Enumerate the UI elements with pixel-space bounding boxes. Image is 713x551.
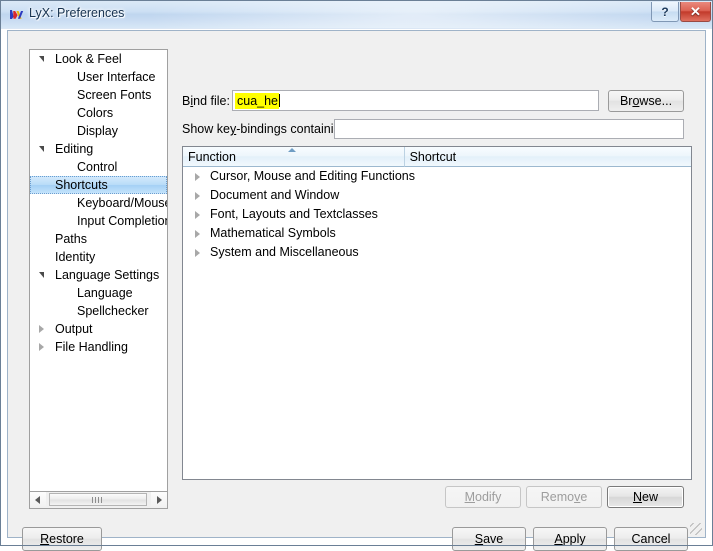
- save-button-label: Save: [474, 532, 504, 546]
- browse-button-label: Browse...: [619, 94, 673, 108]
- sort-ascending-icon: [288, 148, 296, 152]
- table-row[interactable]: Cursor, Mouse and Editing Functions: [183, 167, 691, 186]
- table-row[interactable]: Document and Window: [183, 186, 691, 205]
- remove-button-label: Remove: [540, 490, 588, 504]
- tree-collapsed-icon[interactable]: [195, 173, 200, 181]
- preferences-window: LyX: Preferences ? ✕ Look & Feel User Int…: [0, 0, 713, 551]
- sidebar-item-label: Editing: [55, 142, 94, 156]
- column-header-function-label: Function: [188, 150, 236, 164]
- tree-collapsed-icon[interactable]: [195, 230, 200, 238]
- sidebar-item-label: User Interface: [77, 70, 156, 84]
- resize-grip-icon[interactable]: [690, 523, 702, 535]
- close-icon: ✕: [690, 3, 701, 19]
- table-cell-function: Mathematical Symbols: [210, 226, 336, 240]
- tree-collapsed-icon[interactable]: [195, 192, 200, 200]
- sidebar-item-label: Colors: [77, 106, 114, 120]
- sidebar-item-language[interactable]: Language: [30, 284, 167, 302]
- apply-button-label: Apply: [554, 532, 586, 546]
- sidebar-item-label: Display: [77, 124, 118, 138]
- sidebar-item-label: File Handling: [55, 340, 128, 354]
- sidebar-item-spellchecker[interactable]: Spellchecker: [30, 302, 167, 320]
- table-body: Cursor, Mouse and Editing Functions Docum…: [183, 167, 691, 262]
- tree-horizontal-scrollbar[interactable]: [29, 492, 168, 509]
- window-title: LyX: Preferences: [29, 6, 125, 20]
- modify-button-label: Modify: [464, 490, 502, 504]
- sidebar-item-keyboard-mouse[interactable]: Keyboard/Mouse: [30, 194, 167, 212]
- filter-label: Show key-bindings containing:: [182, 122, 351, 136]
- table-cell-function: System and Miscellaneous: [210, 245, 359, 259]
- sidebar-item-label: Shortcuts: [55, 178, 108, 192]
- apply-button[interactable]: Apply: [533, 527, 607, 551]
- table-header: Function Shortcut: [183, 147, 691, 167]
- sidebar-item-identity[interactable]: Identity: [30, 248, 167, 266]
- sidebar-item-label: Language: [77, 286, 133, 300]
- table-cell-function: Cursor, Mouse and Editing Functions: [210, 169, 415, 183]
- column-header-shortcut-label: Shortcut: [409, 150, 457, 164]
- sidebar-item-label: Identity: [55, 250, 96, 264]
- sidebar-item-file-handling[interactable]: File Handling: [30, 338, 167, 356]
- new-button-label: New: [632, 490, 658, 504]
- tree-collapsed-icon[interactable]: [195, 249, 200, 257]
- sidebar-item-label: Output: [55, 322, 93, 336]
- table-row[interactable]: Mathematical Symbols: [183, 224, 691, 243]
- tree-collapsed-icon[interactable]: [195, 211, 200, 219]
- scrollbar-thumb[interactable]: [49, 493, 147, 506]
- table-row[interactable]: Font, Layouts and Textclasses: [183, 205, 691, 224]
- shortcut-filter-input[interactable]: [334, 119, 684, 139]
- sidebar-item-input-completion[interactable]: Input Completion: [30, 212, 167, 230]
- browse-button[interactable]: Browse...: [608, 90, 684, 112]
- close-button[interactable]: ✕: [680, 2, 711, 22]
- sidebar-item-label: Input Completion: [77, 214, 167, 228]
- scroll-right-arrow-icon[interactable]: [151, 492, 167, 507]
- sidebar-item-label: Screen Fonts: [77, 88, 152, 102]
- sidebar-item-control[interactable]: Control: [30, 158, 167, 176]
- sidebar-item-label: Keyboard/Mouse: [77, 196, 167, 210]
- sidebar-item-editing[interactable]: Editing: [30, 140, 167, 158]
- remove-button[interactable]: Remove: [526, 486, 602, 508]
- sidebar-item-shortcuts[interactable]: Shortcuts: [30, 176, 167, 194]
- table-cell-function: Document and Window: [210, 188, 340, 202]
- bind-file-input[interactable]: cua_he: [232, 90, 599, 111]
- bind-file-label: Bind file:: [182, 94, 230, 108]
- restore-button[interactable]: Restore: [22, 527, 102, 551]
- preferences-navigation-tree[interactable]: Look & Feel User Interface Screen Fonts Col…: [29, 49, 168, 492]
- scrollbar-grip-icon: [92, 497, 104, 503]
- sidebar-item-language-settings[interactable]: Language Settings: [30, 266, 167, 284]
- table-cell-function: Font, Layouts and Textclasses: [210, 207, 378, 221]
- modify-button[interactable]: Modify: [445, 486, 521, 508]
- new-button[interactable]: New: [607, 486, 684, 508]
- sidebar-item-display[interactable]: Display: [30, 122, 167, 140]
- column-header-shortcut[interactable]: Shortcut: [404, 147, 691, 167]
- table-row[interactable]: System and Miscellaneous: [183, 243, 691, 262]
- help-button[interactable]: ?: [651, 2, 679, 22]
- column-header-function[interactable]: Function: [183, 147, 405, 167]
- sidebar-item-output[interactable]: Output: [30, 320, 167, 338]
- title-bar[interactable]: LyX: Preferences ? ✕: [1, 1, 712, 28]
- bind-file-value: cua_he: [235, 93, 280, 109]
- sidebar-item-paths[interactable]: Paths: [30, 230, 167, 248]
- sidebar-item-colors[interactable]: Colors: [30, 104, 167, 122]
- scroll-left-arrow-icon[interactable]: [30, 492, 46, 507]
- cancel-button-label: Cancel: [631, 532, 671, 546]
- sidebar-item-label: Spellchecker: [77, 304, 149, 318]
- sidebar-item-label: Language Settings: [55, 268, 160, 282]
- cancel-button[interactable]: Cancel: [614, 527, 688, 551]
- sidebar-item-label: Control: [77, 160, 118, 174]
- restore-button-label: Restore: [40, 532, 84, 546]
- sidebar-item-label: Look & Feel: [55, 52, 122, 66]
- save-button[interactable]: Save: [452, 527, 526, 551]
- sidebar-item-screen-fonts[interactable]: Screen Fonts: [30, 86, 167, 104]
- dialog-client-area: Look & Feel User Interface Screen Fonts Col…: [7, 30, 706, 551]
- shortcuts-table[interactable]: Function Shortcut Cursor, Mouse and Edit…: [182, 146, 692, 480]
- lyx-logo-icon: [10, 10, 24, 19]
- help-icon: ?: [661, 4, 669, 19]
- sidebar-item-user-interface[interactable]: User Interface: [30, 68, 167, 86]
- text-caret: [279, 94, 281, 107]
- sidebar-item-look-feel[interactable]: Look & Feel: [30, 50, 167, 68]
- sidebar-item-label: Paths: [55, 232, 87, 246]
